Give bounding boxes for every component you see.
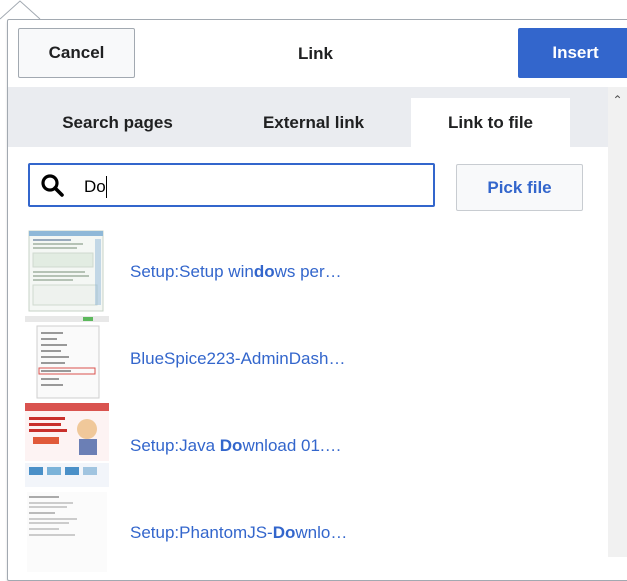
cancel-button[interactable]: Cancel	[18, 28, 135, 78]
scroll-up-arrow-icon[interactable]: ⌃	[608, 93, 627, 107]
result-item[interactable]: BlueSpice223-AdminDash…	[25, 316, 615, 402]
result-item[interactable]: Setup:Java Download 01.…	[25, 403, 615, 489]
result-item[interactable]: Setup:PhantomJS-Downlo…	[25, 490, 615, 576]
pick-file-button[interactable]: Pick file	[456, 164, 583, 211]
result-item[interactable]: Setup:Setup windows per…	[25, 229, 615, 315]
text-caret	[106, 176, 107, 198]
result-title[interactable]: BlueSpice223-AdminDash…	[130, 349, 345, 369]
admin-dashboard-thumbnail	[25, 316, 109, 400]
java-download-thumbnail	[25, 403, 109, 487]
insert-button[interactable]: Insert	[518, 28, 627, 78]
dialog-pointer	[0, 0, 41, 20]
setup-windows-thumbnail	[25, 229, 109, 313]
phantomjs-download-thumbnail	[25, 490, 109, 574]
tab-link-to-file[interactable]: Link to file	[411, 98, 570, 147]
tab-external-link[interactable]: External link	[226, 98, 401, 147]
search-icon	[41, 174, 64, 197]
result-title[interactable]: Setup:Java Download 01.…	[130, 436, 342, 456]
dialog-title: Link	[298, 44, 333, 63]
result-title[interactable]: Setup:PhantomJS-Downlo…	[130, 523, 347, 543]
tab-search-pages[interactable]: Search pages	[30, 98, 205, 147]
search-value: Do	[84, 177, 106, 196]
result-title[interactable]: Setup:Setup windows per…	[130, 262, 342, 282]
file-search-input[interactable]: Do	[28, 163, 435, 207]
